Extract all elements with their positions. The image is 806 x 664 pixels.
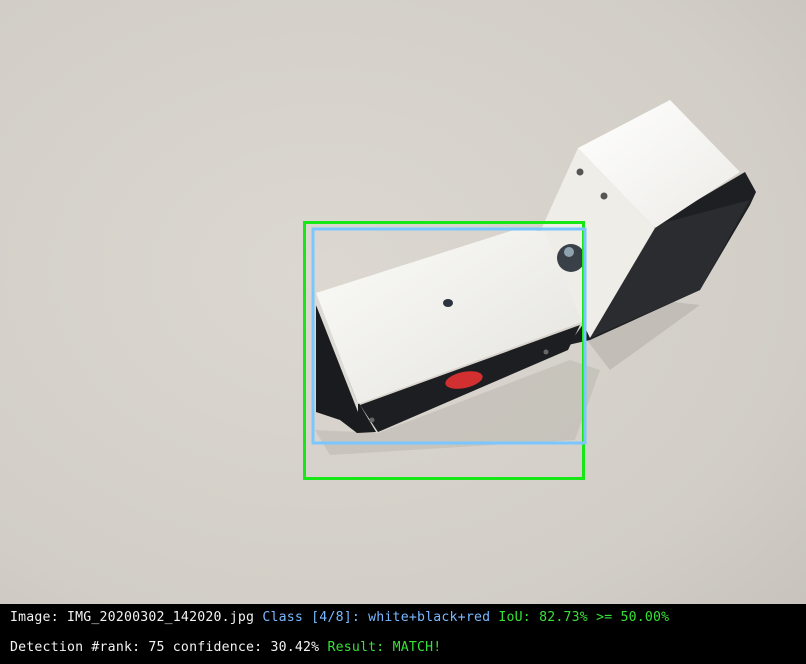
photo-canvas — [0, 0, 806, 604]
screw-hole — [576, 168, 584, 176]
info-line-1: Image: IMG_20200302_142020.jpg Class [4/… — [10, 608, 669, 628]
lens-highlight — [564, 247, 574, 257]
detection-viewer: Image: IMG_20200302_142020.jpg Class [4/… — [0, 0, 806, 663]
class-label: Class [4/8]: white+black+red — [262, 610, 491, 625]
side-hole — [543, 349, 549, 355]
detection-label: Detection #rank: 75 confidence: 30.42% — [10, 640, 320, 655]
info-line-2: Detection #rank: 75 confidence: 30.42% R… — [10, 638, 441, 658]
image-filename-label: Image: IMG_20200302_142020.jpg — [10, 610, 255, 625]
info-bar: Image: IMG_20200302_142020.jpg Class [4/… — [0, 604, 806, 663]
iou-label: IoU: 82.73% >= 50.00% — [498, 610, 670, 625]
result-label: Result: MATCH! — [327, 640, 442, 655]
top-hole — [443, 299, 453, 307]
side-hole — [369, 417, 375, 423]
screw-hole — [600, 192, 608, 200]
